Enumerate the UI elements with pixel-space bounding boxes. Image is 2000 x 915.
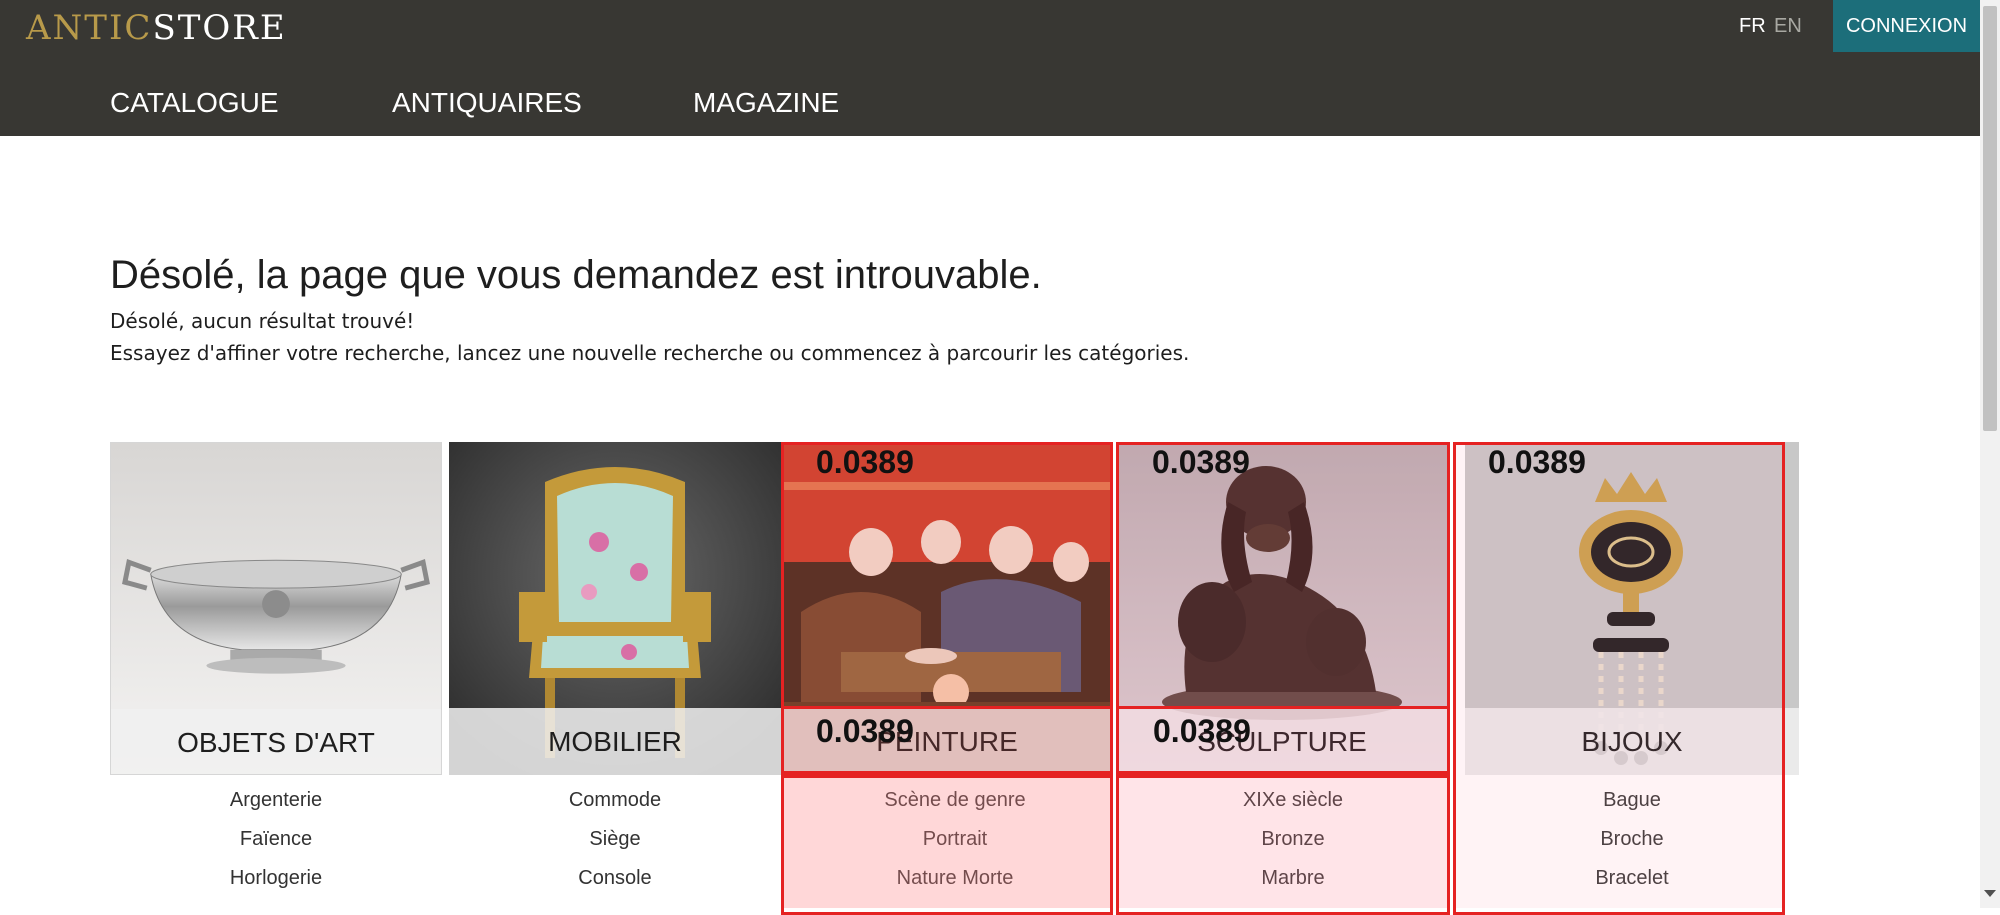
scroll-down-arrow-icon[interactable]	[1984, 890, 1996, 897]
subcategory-link[interactable]: Bracelet	[1466, 860, 1798, 899]
login-button[interactable]: CONNEXION	[1833, 0, 1980, 52]
language-fr-link[interactable]: FR	[1739, 14, 1766, 38]
subcategory-list-mobilier: Commode Siège Console	[449, 782, 781, 899]
site-logo[interactable]: ANTICSTORE	[26, 8, 287, 48]
nav-catalogue[interactable]: CATALOGUE	[110, 86, 279, 120]
subcategory-link[interactable]: Argenterie	[110, 782, 442, 821]
logo-antic: ANTIC	[26, 8, 153, 48]
subcategory-link[interactable]: Nature Morte	[789, 860, 1121, 899]
top-header: ANTICSTORE FR EN CONNEXION CATALOGUE ANT…	[0, 0, 1980, 136]
language-en-link[interactable]: EN	[1774, 14, 1802, 38]
category-card-peinture[interactable]: PEINTURE	[781, 442, 1113, 775]
subcategory-link[interactable]: Bague	[1466, 782, 1798, 821]
subcategory-link[interactable]: Horlogerie	[110, 860, 442, 899]
category-label: MOBILIER	[449, 708, 781, 775]
subcategory-link[interactable]: Marbre	[1127, 860, 1459, 899]
subcategory-link[interactable]: Scène de genre	[789, 782, 1121, 821]
subcategory-link[interactable]: Faïence	[110, 821, 442, 860]
subcategory-link[interactable]: Bronze	[1127, 821, 1459, 860]
no-results-message: Désolé, aucun résultat trouvé!	[110, 309, 415, 333]
category-label: OBJETS D'ART	[111, 709, 441, 774]
category-label: SCULPTURE	[1116, 708, 1448, 775]
nav-antiquaires[interactable]: ANTIQUAIRES	[392, 86, 582, 120]
category-card-bijoux[interactable]: BIJOUX	[1465, 442, 1799, 775]
subcategory-list-bijoux: Bague Broche Bracelet	[1466, 782, 1798, 899]
category-label: BIJOUX	[1465, 708, 1799, 775]
subcategory-link[interactable]: Broche	[1466, 821, 1798, 860]
subcategory-link[interactable]: XIXe siècle	[1127, 782, 1459, 821]
page-title: Désolé, la page que vous demandez est in…	[110, 253, 1042, 297]
category-card-mobilier[interactable]: MOBILIER	[449, 442, 781, 775]
scrollbar-thumb[interactable]	[1983, 6, 1997, 431]
subcategory-link[interactable]: Console	[449, 860, 781, 899]
category-card-sculpture[interactable]: SCULPTURE	[1116, 442, 1448, 775]
category-label: PEINTURE	[781, 708, 1113, 775]
subcategory-list-peinture: Scène de genre Portrait Nature Morte	[789, 782, 1121, 899]
logo-store: STORE	[152, 8, 287, 48]
subcategory-link[interactable]: Portrait	[789, 821, 1121, 860]
category-card-objets-dart[interactable]: OBJETS D'ART	[110, 442, 442, 775]
subcategory-list-sculpture: XIXe siècle Bronze Marbre	[1127, 782, 1459, 899]
subcategory-link[interactable]: Siège	[449, 821, 781, 860]
nav-magazine[interactable]: MAGAZINE	[693, 86, 839, 120]
refine-search-hint: Essayez d'affiner votre recherche, lance…	[110, 341, 1190, 365]
subcategory-list-objets-dart: Argenterie Faïence Horlogerie	[110, 782, 442, 899]
subcategory-link[interactable]: Commode	[449, 782, 781, 821]
